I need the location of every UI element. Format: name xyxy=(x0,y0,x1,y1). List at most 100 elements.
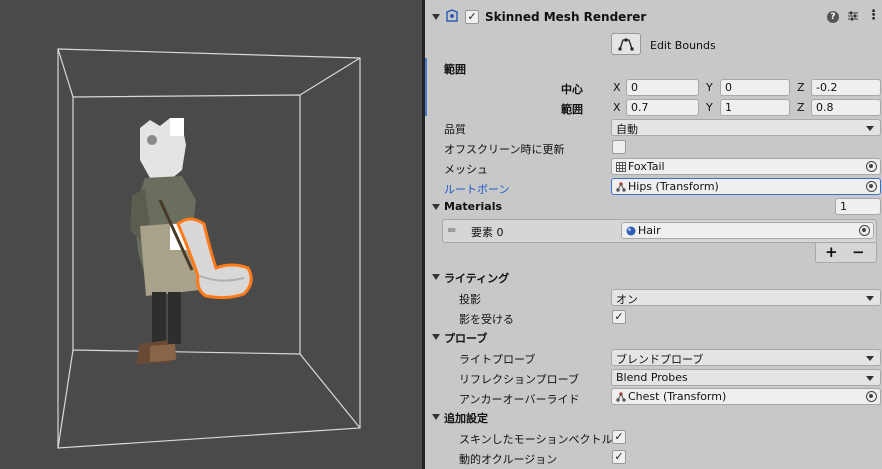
light-probes-value: ブレンドプローブ xyxy=(616,353,704,366)
edit-bounds-label: Edit Bounds xyxy=(650,39,716,52)
add-icon[interactable]: + xyxy=(825,243,838,261)
additional-header-row[interactable]: 追加設定 xyxy=(425,408,882,428)
reflection-probes-dropdown[interactable]: Blend Probes xyxy=(611,369,881,386)
object-picker-icon[interactable] xyxy=(859,225,870,236)
reflection-probes-label: リフレクションプローブ xyxy=(459,373,580,386)
inspector-panel: ✓ Skinned Mesh Renderer ? ⋮ Edit Bounds … xyxy=(425,0,882,469)
center-label: 中心 xyxy=(561,83,583,96)
anchor-override-label: アンカーオーバーライド xyxy=(459,393,580,406)
chevron-down-icon xyxy=(866,356,874,361)
chevron-down-icon xyxy=(866,126,874,131)
center-x-field[interactable]: 0 xyxy=(626,79,699,96)
component-title: Skinned Mesh Renderer xyxy=(485,10,647,24)
object-picker-icon[interactable] xyxy=(866,391,877,402)
remove-icon[interactable]: − xyxy=(852,243,865,261)
kebab-menu-icon[interactable]: ⋮ xyxy=(867,9,880,22)
root-bone-value: Hips (Transform) xyxy=(628,180,719,193)
cast-shadows-value: オン xyxy=(616,293,638,306)
center-x-label[interactable]: X xyxy=(613,81,621,94)
update-offscreen-checkbox[interactable] xyxy=(612,140,626,154)
bounds-header-row: 範囲 xyxy=(425,58,882,78)
edit-bounds-icon xyxy=(618,38,634,51)
skinned-mesh-icon xyxy=(445,9,459,23)
fold-arrow-icon[interactable] xyxy=(432,14,440,20)
mesh-value: FoxTail xyxy=(628,160,665,173)
anchor-override-value: Chest (Transform) xyxy=(628,390,727,403)
quality-label: 品質 xyxy=(444,123,466,136)
edit-bounds-button[interactable] xyxy=(611,33,641,55)
question-circle-icon[interactable]: ? xyxy=(827,11,839,23)
receive-shadows-row: 影を受ける ✓ xyxy=(425,308,882,328)
material-element-value: Hair xyxy=(638,224,661,237)
fold-arrow-icon[interactable] xyxy=(432,414,440,420)
materials-label: Materials xyxy=(444,200,503,213)
mesh-label: メッシュ xyxy=(444,163,488,176)
anchor-override-row: アンカーオーバーライド Chest (Transform) xyxy=(425,388,882,408)
reflection-probes-value: Blend Probes xyxy=(616,371,688,384)
cast-shadows-row: 投影 オン xyxy=(425,288,882,308)
probes-header-row[interactable]: プローブ xyxy=(425,328,882,348)
material-element-field[interactable]: Hair xyxy=(621,222,874,239)
materials-header-row[interactable]: Materials 1 xyxy=(425,198,882,218)
sliders-icon[interactable] xyxy=(847,10,859,22)
additional-label: 追加設定 xyxy=(444,412,488,425)
chevron-down-icon xyxy=(866,296,874,301)
quality-row: 品質 自動 xyxy=(425,118,882,138)
center-z-label[interactable]: Z xyxy=(797,81,805,94)
root-bone-row: ルートボーン Hips (Transform) xyxy=(425,178,882,198)
light-probes-row: ライトプローブ ブレンドプローブ xyxy=(425,348,882,368)
dynamic-occlusion-row: 動的オクルージョン ✓ xyxy=(425,448,882,468)
receive-shadows-label: 影を受ける xyxy=(459,313,514,326)
anchor-override-object-field[interactable]: Chest (Transform) xyxy=(611,388,881,405)
material-element-label: 要素 0 xyxy=(471,226,504,239)
extent-x-label[interactable]: X xyxy=(613,101,621,114)
extent-y-field[interactable]: 1 xyxy=(720,99,790,116)
material-sphere-icon xyxy=(626,226,636,236)
fold-arrow-icon[interactable] xyxy=(432,334,440,340)
materials-list: ═ 要素 0 Hair xyxy=(442,219,877,243)
probes-label: プローブ xyxy=(444,332,488,345)
scene-canvas[interactable] xyxy=(0,0,422,469)
extent-z-label[interactable]: Z xyxy=(797,101,805,114)
quality-dropdown[interactable]: 自動 xyxy=(611,119,881,136)
drag-handle-icon[interactable]: ═ xyxy=(448,223,455,237)
component-header[interactable]: ✓ Skinned Mesh Renderer ? ⋮ xyxy=(425,6,882,28)
cast-shadows-label: 投影 xyxy=(459,293,481,306)
lighting-label: ライティング xyxy=(444,272,510,285)
center-z-field[interactable]: -0.2 xyxy=(811,79,881,96)
extent-label: 範囲 xyxy=(561,103,583,116)
dynamic-occlusion-checkbox[interactable]: ✓ xyxy=(612,450,626,464)
materials-count-field[interactable]: 1 xyxy=(835,198,881,215)
light-probes-dropdown[interactable]: ブレンドプローブ xyxy=(611,349,881,366)
edit-bounds-row: Edit Bounds xyxy=(425,33,882,57)
fold-arrow-icon[interactable] xyxy=(432,274,440,280)
component-enabled-checkbox[interactable]: ✓ xyxy=(465,10,479,24)
transform-icon xyxy=(616,392,626,402)
update-offscreen-label: オフスクリーン時に更新 xyxy=(444,143,565,156)
quality-value: 自動 xyxy=(616,123,638,136)
center-y-field[interactable]: 0 xyxy=(720,79,790,96)
extent-x-field[interactable]: 0.7 xyxy=(626,99,699,116)
lighting-header-row[interactable]: ライティング xyxy=(425,268,882,288)
root-bone-object-field[interactable]: Hips (Transform) xyxy=(611,178,881,195)
fold-arrow-icon[interactable] xyxy=(432,204,440,210)
cast-shadows-dropdown[interactable]: オン xyxy=(611,289,881,306)
materials-list-footer: + − xyxy=(815,243,877,263)
scene-view[interactable] xyxy=(0,0,422,469)
extent-y-label[interactable]: Y xyxy=(706,101,713,114)
transform-icon xyxy=(616,182,626,192)
skinned-motion-vectors-label: スキンしたモーションベクトル xyxy=(459,433,613,446)
mesh-row: メッシュ FoxTail xyxy=(425,158,882,178)
center-y-label[interactable]: Y xyxy=(706,81,713,94)
extent-z-field[interactable]: 0.8 xyxy=(811,99,881,116)
object-picker-icon[interactable] xyxy=(866,181,877,192)
skinned-motion-vectors-row: スキンしたモーションベクトル ✓ xyxy=(425,428,882,448)
reflection-probes-row: リフレクションプローブ Blend Probes xyxy=(425,368,882,388)
receive-shadows-checkbox[interactable]: ✓ xyxy=(612,310,626,324)
mesh-object-field[interactable]: FoxTail xyxy=(611,158,881,175)
chevron-down-icon xyxy=(866,376,874,381)
object-picker-icon[interactable] xyxy=(866,161,877,172)
skinned-motion-vectors-checkbox[interactable]: ✓ xyxy=(612,430,626,444)
dynamic-occlusion-label: 動的オクルージョン xyxy=(459,453,558,466)
bounds-extent-row: 範囲 X 0.7 Y 1 Z 0.8 xyxy=(425,98,882,118)
